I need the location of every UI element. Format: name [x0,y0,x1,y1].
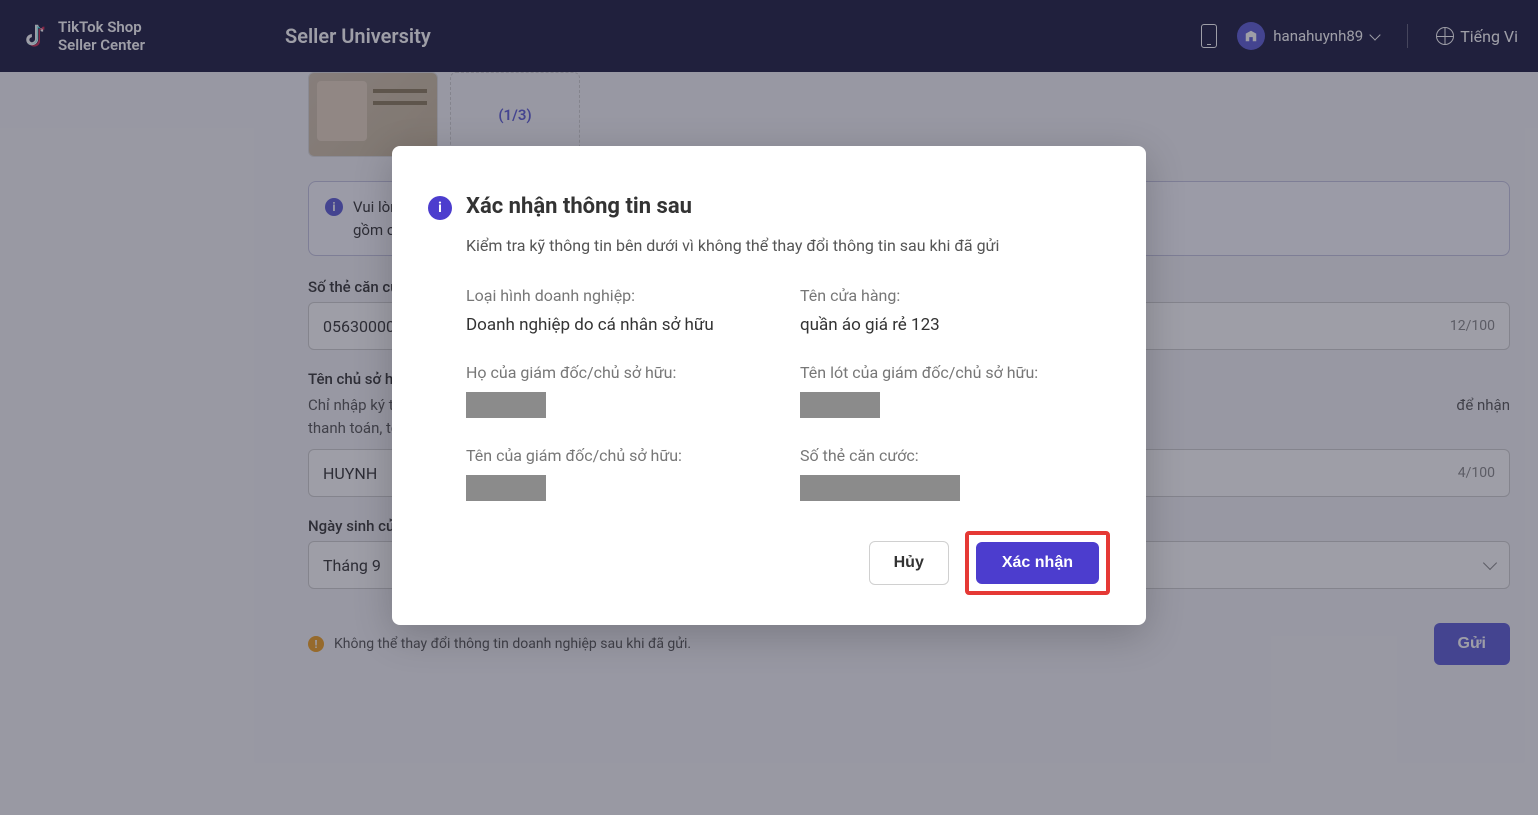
confirmation-modal: i Xác nhận thông tin sau Kiểm tra kỹ thô… [392,146,1146,625]
last-name-label: Họ của giám đốc/chủ sở hữu: [466,363,776,382]
last-name-redacted [466,392,546,418]
business-type-label: Loại hình doanh nghiệp: [466,286,776,305]
cancel-button[interactable]: Hủy [869,541,949,585]
store-name-label: Tên cửa hàng: [800,286,1110,305]
info-icon: i [428,196,452,220]
confirm-button[interactable]: Xác nhận [976,542,1099,584]
business-type-value: Doanh nghiệp do cá nhân sở hữu [466,315,776,335]
first-name-label: Tên của giám đốc/chủ sở hữu: [466,446,776,465]
modal-title: Xác nhận thông tin sau [466,194,692,219]
modal-overlay: i Xác nhận thông tin sau Kiểm tra kỹ thô… [0,0,1538,815]
id-card-redacted [800,475,960,501]
modal-subtitle: Kiểm tra kỹ thông tin bên dưới vì không … [466,234,1110,258]
middle-name-label: Tên lót của giám đốc/chủ sở hữu: [800,363,1110,382]
id-card-label: Số thẻ căn cước: [800,446,1110,465]
middle-name-redacted [800,392,880,418]
store-name-value: quần áo giá rẻ 123 [800,315,1110,335]
confirm-highlight: Xác nhận [965,531,1110,595]
first-name-redacted [466,475,546,501]
